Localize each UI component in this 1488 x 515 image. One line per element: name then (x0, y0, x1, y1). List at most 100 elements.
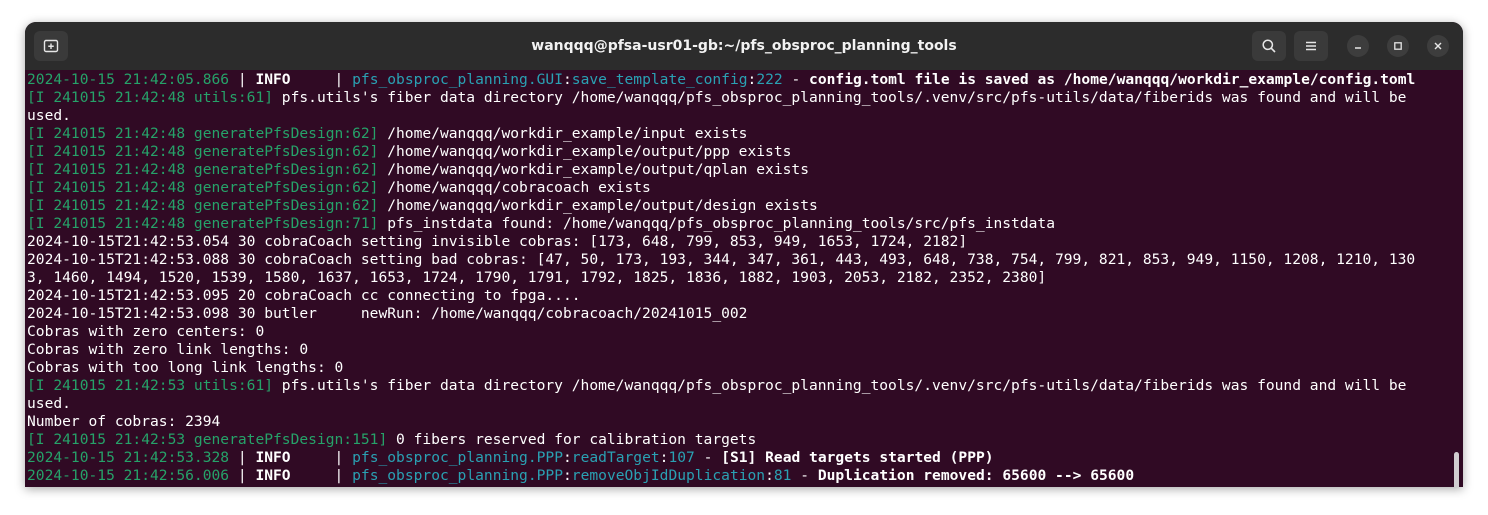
terminal-line: used. (27, 107, 1463, 125)
terminal-text: - (791, 467, 818, 484)
terminal-text: Cobras with zero centers: 0 (27, 323, 265, 340)
terminal-text: 0 fibers reserved for calibration target… (387, 431, 757, 448)
terminal-text: : (563, 71, 572, 88)
terminal-line: [I 241015 21:42:53 utils:61] pfs.utils's… (27, 377, 1463, 395)
terminal-text: Cobras with too long link lengths: 0 (27, 359, 344, 376)
terminal-text: INFO (255, 467, 291, 484)
terminal-text: Duplication removed: 65600 --> 65600 (817, 467, 1135, 484)
terminal-text: [I 241015 21:42:48 generatePfsDesign:62] (27, 179, 379, 196)
terminal-text: /home/wanqqq/workdir_example/input exist… (378, 125, 748, 142)
title-bar[interactable]: wanqqq@pfsa-usr01-gb:~/pfs_obsproc_plann… (25, 22, 1463, 70)
minimize-button[interactable] (1347, 35, 1369, 57)
terminal-text: | (229, 71, 256, 88)
terminal-text: [I 241015 21:42:48 generatePfsDesign:71] (27, 215, 379, 232)
terminal-line: [I 241015 21:42:48 utils:61] pfs.utils's… (27, 89, 1463, 107)
terminal-text: 222 (756, 71, 783, 88)
terminal-text: pfs.utils's fiber data directory /home/w… (273, 89, 1407, 106)
terminal-text: INFO (255, 449, 291, 466)
terminal-text: Number of cobras: 2394 (27, 413, 221, 430)
maximize-button[interactable] (1387, 35, 1409, 57)
terminal-line: Number of cobras: 2394 (27, 413, 1463, 431)
terminal-line: Cobras with zero link lengths: 0 (27, 341, 1463, 359)
terminal-text: used. (27, 395, 71, 412)
terminal-line: 2024-10-15T21:42:53.095 20 cobraCoach cc… (27, 287, 1463, 305)
terminal-text: [I 241015 21:42:48 generatePfsDesign:62] (27, 125, 379, 142)
terminal-line: 2024-10-15 21:42:56.006 | INFO | pfs_obs… (27, 467, 1463, 485)
hamburger-menu-icon (1303, 38, 1319, 54)
terminal-text: | (229, 467, 256, 484)
terminal-line: [I 241015 21:42:48 generatePfsDesign:62]… (27, 179, 1463, 197)
terminal-text: /home/wanqqq/workdir_example/output/desi… (378, 197, 818, 214)
minimize-icon (1353, 41, 1363, 51)
terminal-line: [I 241015 21:42:53 generatePfsDesign:151… (27, 431, 1463, 449)
terminal-text: pfs_instdata found: /home/wanqqq/pfs_obs… (378, 215, 1055, 232)
terminal-line: 2024-10-15 21:42:05.866 | INFO | pfs_obs… (27, 71, 1463, 89)
terminal-text: readTarget (571, 449, 660, 466)
terminal-text: [I 241015 21:42:48 generatePfsDesign:62] (27, 143, 379, 160)
terminal-line: [I 241015 21:42:48 generatePfsDesign:62]… (27, 161, 1463, 179)
terminal-text: used. (27, 107, 71, 124)
terminal-line: used. (27, 395, 1463, 413)
terminal-text: | (229, 449, 256, 466)
terminal-text: : (563, 449, 572, 466)
search-button[interactable] (1252, 31, 1286, 61)
terminal-text: config.toml file is saved as /home/wanqq… (809, 71, 1416, 88)
terminal-window: wanqqq@pfsa-usr01-gb:~/pfs_obsproc_plann… (25, 22, 1463, 487)
terminal-line: Cobras with too long link lengths: 0 (27, 359, 1463, 377)
terminal-text: 2024-10-15T21:42:53.088 30 cobraCoach se… (27, 251, 1416, 268)
terminal-text: pfs_obsproc_planning.PPP (352, 449, 563, 466)
terminal-text: pfs_obsproc_planning.GUI (352, 71, 563, 88)
terminal-line: [I 241015 21:42:48 generatePfsDesign:62]… (27, 143, 1463, 161)
terminal-line: 2024-10-15T21:42:53.088 30 cobraCoach se… (27, 251, 1463, 269)
terminal-text: 2024-10-15T21:42:53.095 20 cobraCoach cc… (27, 287, 581, 304)
terminal-scrollbar[interactable] (1454, 452, 1459, 487)
terminal-text: 2024-10-15T21:42:53.098 30 butler newRun… (27, 305, 748, 322)
terminal-text: save_template_config (571, 71, 748, 88)
terminal-text: removeObjIdDuplication (571, 467, 766, 484)
terminal-line: 3, 1460, 1494, 1520, 1539, 1580, 1637, 1… (27, 269, 1463, 287)
terminal-text: 2024-10-15 21:42:56.006 (27, 467, 230, 484)
terminal-text: /home/wanqqq/workdir_example/output/ppp … (378, 143, 792, 160)
maximize-icon (1393, 41, 1403, 51)
terminal-text: [S1] Read targets started (PPP) (721, 449, 994, 466)
terminal-text: /home/wanqqq/cobracoach exists (378, 179, 651, 196)
terminal-text: : (765, 467, 774, 484)
new-tab-button[interactable] (34, 31, 68, 61)
terminal-text: 107 (668, 449, 695, 466)
terminal-text: | (290, 71, 353, 88)
terminal-text: [I 241015 21:42:53 generatePfsDesign:151… (27, 431, 388, 448)
terminal-text: 3, 1460, 1494, 1520, 1539, 1580, 1637, 1… (27, 269, 1047, 286)
new-tab-icon (43, 38, 59, 54)
terminal-text: pfs.utils's fiber data directory /home/w… (273, 377, 1407, 394)
terminal-text: : (747, 71, 757, 88)
terminal-text: 2024-10-15 21:42:05.866 (27, 71, 230, 88)
terminal-text: [I 241015 21:42:48 generatePfsDesign:62] (27, 161, 379, 178)
terminal-text: - (694, 449, 722, 466)
terminal-line: 2024-10-15T21:42:53.098 30 butler newRun… (27, 305, 1463, 323)
window-title: wanqqq@pfsa-usr01-gb:~/pfs_obsproc_plann… (531, 38, 957, 54)
terminal-text: [I 241015 21:42:48 generatePfsDesign:62] (27, 197, 379, 214)
terminal-text: 81 (773, 467, 792, 484)
search-icon (1261, 38, 1277, 54)
terminal-text: 2024-10-15 21:42:53.328 (27, 449, 230, 466)
terminal-line: [I 241015 21:42:48 generatePfsDesign:71]… (27, 215, 1463, 233)
menu-button[interactable] (1294, 31, 1328, 61)
terminal-text: : (563, 467, 572, 484)
close-button[interactable] (1427, 35, 1449, 57)
terminal-text: 2024-10-15T21:42:53.054 30 cobraCoach se… (27, 233, 968, 250)
terminal-line: [I 241015 21:42:48 generatePfsDesign:62]… (27, 197, 1463, 215)
terminal-text: | (290, 449, 353, 466)
terminal-text: - (782, 71, 810, 88)
terminal-text: pfs_obsproc_planning.PPP (352, 467, 563, 484)
close-icon (1433, 41, 1443, 51)
terminal-text: [I 241015 21:42:48 utils:61] (27, 89, 274, 106)
terminal-text: INFO (255, 71, 291, 88)
terminal-text: /home/wanqqq/workdir_example/output/qpla… (378, 161, 809, 178)
terminal-text: | (290, 467, 353, 484)
terminal-text: [I 241015 21:42:53 utils:61] (27, 377, 274, 394)
terminal-line: 2024-10-15T21:42:53.054 30 cobraCoach se… (27, 233, 1463, 251)
terminal-output[interactable]: 2024-10-15 21:42:05.866 | INFO | pfs_obs… (25, 70, 1463, 487)
terminal-line: Cobras with zero centers: 0 (27, 323, 1463, 341)
terminal-line: 2024-10-15 21:42:53.328 | INFO | pfs_obs… (27, 449, 1463, 467)
terminal-line: [I 241015 21:42:48 generatePfsDesign:62]… (27, 125, 1463, 143)
